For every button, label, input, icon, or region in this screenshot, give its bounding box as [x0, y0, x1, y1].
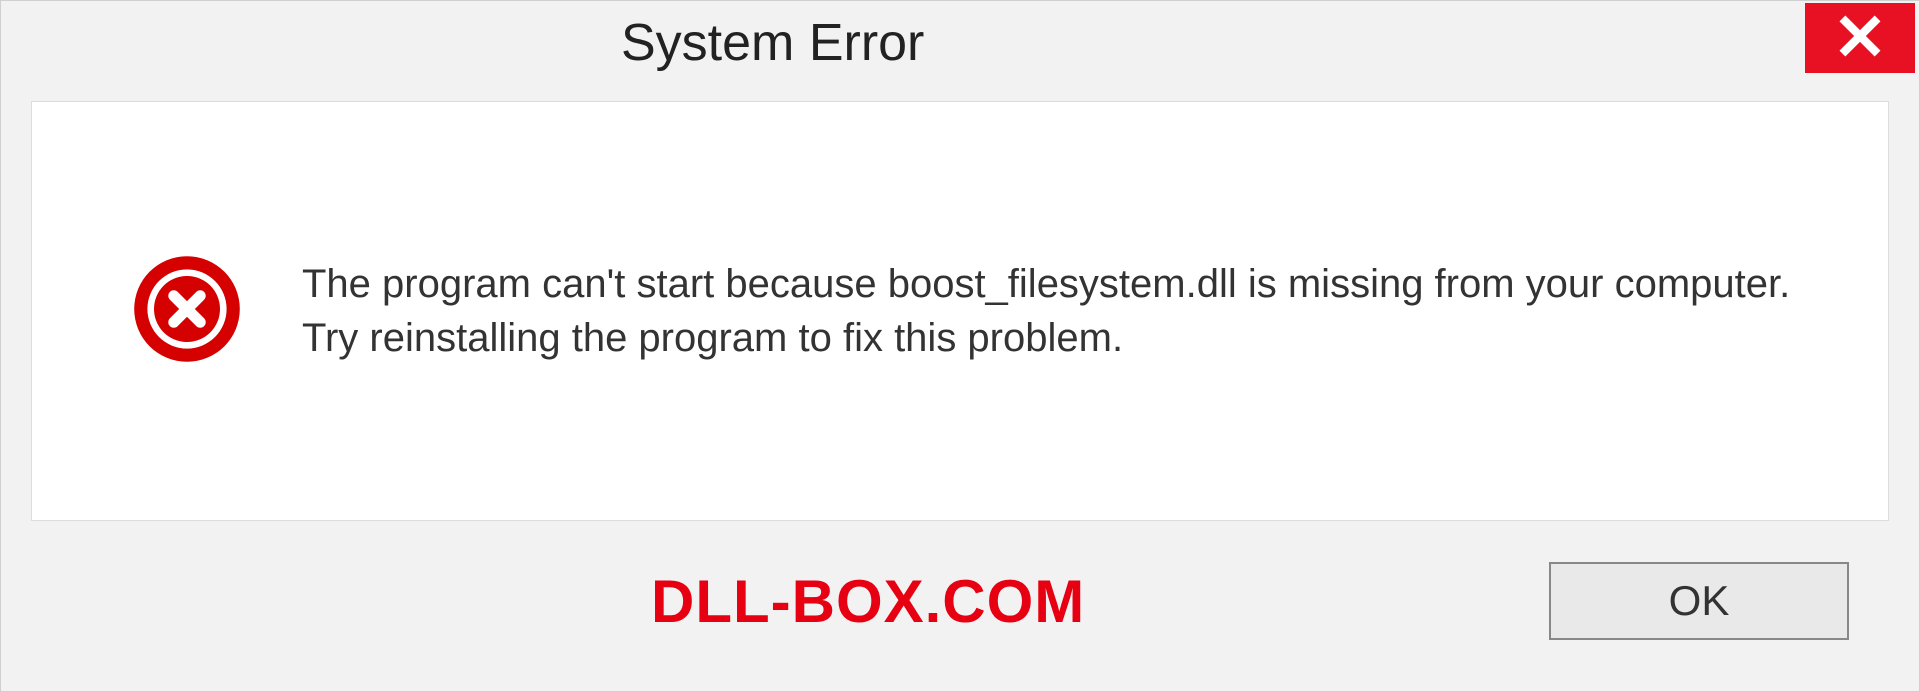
- close-button[interactable]: [1805, 3, 1915, 73]
- watermark-text: DLL-BOX.COM: [651, 567, 1085, 636]
- error-message: The program can't start because boost_fi…: [302, 257, 1808, 365]
- content-area: The program can't start because boost_fi…: [31, 101, 1889, 521]
- close-icon: [1838, 14, 1882, 63]
- error-dialog: System Error The program can't start bec…: [0, 0, 1920, 692]
- ok-button[interactable]: OK: [1549, 562, 1849, 640]
- titlebar: System Error: [1, 1, 1919, 91]
- error-icon: [132, 254, 242, 369]
- dialog-title: System Error: [1, 1, 924, 73]
- dialog-footer: DLL-BOX.COM OK: [1, 521, 1919, 691]
